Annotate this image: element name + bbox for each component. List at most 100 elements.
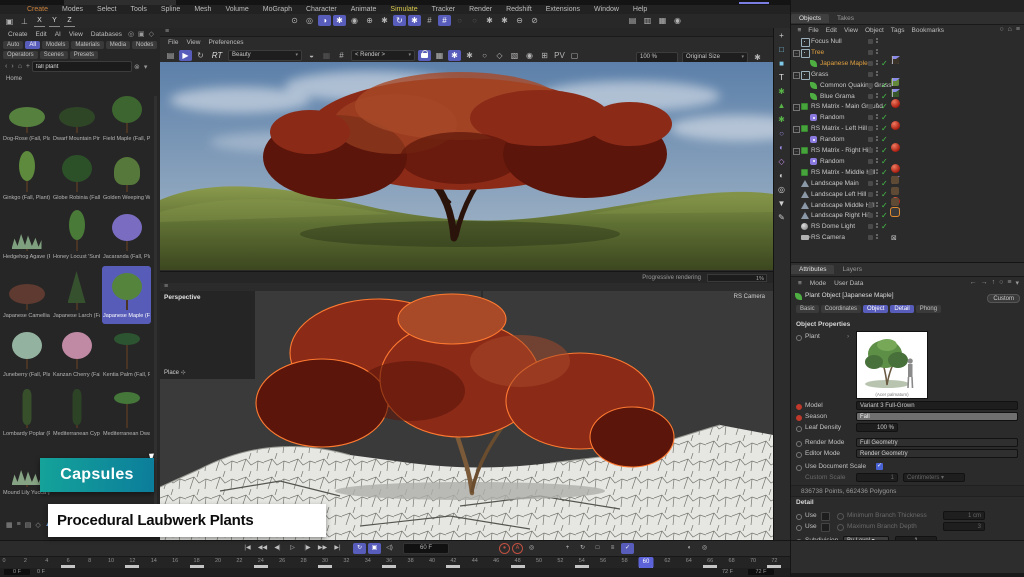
menu-select[interactable]: Select — [90, 6, 123, 13]
max-branch-radio[interactable] — [837, 524, 844, 531]
renderview-grip[interactable]: ≡ — [160, 28, 773, 37]
editor-mode-dropdown[interactable]: Render Geometry — [856, 449, 1018, 458]
import-icon[interactable]: ▼ — [774, 197, 789, 210]
keyframe-dot[interactable] — [796, 404, 802, 410]
preview-range-icon[interactable]: ▣ — [368, 543, 381, 554]
layer-toggle[interactable] — [868, 94, 873, 99]
plant-item-japanese-maple[interactable]: Japanese Maple (Fall, ... — [102, 266, 151, 324]
symmetry-icon[interactable]: ◇ — [774, 155, 789, 168]
plant-item-dog-rose[interactable]: Dog-Rose (Fall, Plant) — [2, 89, 51, 147]
object-row-rs-dome-light[interactable]: RS Dome Light✓ — [791, 222, 1024, 233]
anim-dot[interactable] — [796, 441, 802, 447]
layer-toggle[interactable] — [868, 224, 873, 229]
back-icon[interactable]: ‹ — [5, 63, 7, 70]
leaf-density-field[interactable]: 100 % — [856, 423, 898, 432]
renderview-menu-view[interactable]: View — [182, 39, 204, 46]
menu-mograph[interactable]: MoGraph — [256, 6, 299, 13]
browser-tab-materials[interactable]: Materials — [71, 41, 103, 49]
go-to-end-icon[interactable]: ▶| — [331, 543, 344, 554]
enabled-check-icon[interactable]: ✓ — [881, 157, 888, 166]
keyframe-presets-icon[interactable]: ◎ — [525, 543, 538, 554]
enabled-check-icon[interactable]: ✓ — [881, 92, 888, 101]
flag-tag[interactable] — [891, 89, 898, 97]
axis-x-button[interactable]: X — [34, 16, 45, 27]
start-ipr-icon[interactable]: ▶ — [179, 50, 192, 61]
om-menu-tags[interactable]: Tags — [887, 27, 908, 34]
object-row-grass[interactable]: –Grass — [791, 70, 1024, 81]
browser-tab-media[interactable]: Media — [106, 41, 130, 49]
previous-key-icon[interactable]: ◀◀ — [256, 543, 269, 554]
keyframe-selection-icon[interactable]: ✓ — [621, 543, 634, 554]
pass-dropdown[interactable]: Beauty▾ — [228, 50, 302, 61]
visibility-dots[interactable] — [876, 158, 878, 164]
browser-menu-create[interactable]: Create — [4, 31, 32, 38]
next-key-icon[interactable]: ▶▶ — [316, 543, 329, 554]
asset-settings-icon[interactable]: ✱ — [498, 15, 511, 26]
menu-simulate[interactable]: Simulate — [383, 6, 424, 13]
layer-toggle[interactable] — [868, 50, 873, 55]
layout-full-icon[interactable]: ▦ — [656, 15, 669, 26]
protection-tag[interactable]: ⊠ — [891, 234, 897, 242]
focus-target-icon[interactable]: ◇ — [493, 50, 506, 61]
enabled-check-icon[interactable]: ✓ — [881, 59, 888, 68]
render-view-icon[interactable]: ⊙ — [288, 15, 301, 26]
object-row-random[interactable]: Random✓ — [791, 113, 1024, 124]
anim-dot[interactable] — [796, 465, 802, 471]
menu-render[interactable]: Render — [462, 6, 499, 13]
layer-toggle[interactable] — [868, 203, 873, 208]
checker-background-icon[interactable]: ▧ — [508, 50, 521, 61]
cancel-icon[interactable]: ⊘ — [528, 15, 541, 26]
menu-window[interactable]: Window — [587, 6, 626, 13]
visibility-dots[interactable] — [876, 114, 878, 120]
home-icon[interactable]: ⌂ — [1008, 26, 1012, 33]
redshift-object-tag[interactable] — [891, 99, 900, 108]
play-backwards-icon[interactable]: ▷ — [286, 543, 299, 554]
lock-icon[interactable] — [418, 50, 431, 61]
keyframe-dot[interactable] — [796, 415, 802, 421]
om-tab-takes[interactable]: Takes — [829, 14, 862, 23]
plant-item-juneberry[interactable]: Juneberry (Fall, Plant) — [2, 325, 51, 383]
plant-item-golden-weeping-willo[interactable]: Golden Weeping Willo... — [102, 148, 151, 206]
expander-icon[interactable]: – — [793, 50, 800, 57]
visibility-dots[interactable] — [876, 202, 878, 208]
record-position-icon[interactable]: + — [561, 543, 574, 554]
expander-icon[interactable]: – — [793, 126, 800, 133]
object-row-random[interactable]: Random✓ — [791, 157, 1024, 168]
visibility-dots[interactable] — [876, 136, 878, 142]
play-forwards-icon[interactable]: |▶ — [301, 543, 314, 554]
range-start-field[interactable]: 0 F — [4, 569, 30, 576]
menu-help[interactable]: Help — [626, 6, 654, 13]
menu-modes[interactable]: Modes — [55, 6, 90, 13]
visibility-dots[interactable] — [876, 93, 878, 99]
material-manager-icon[interactable]: ◉ — [348, 15, 361, 26]
visibility-dots[interactable] — [876, 49, 878, 55]
camera-tool-icon[interactable]: ◎ — [774, 183, 789, 196]
layer-toggle[interactable] — [868, 61, 873, 66]
generator-icon[interactable]: ✱ — [774, 85, 789, 98]
object-row-focus-null[interactable]: Focus Null — [791, 37, 1024, 48]
enabled-check-icon[interactable]: ✓ — [881, 179, 888, 188]
render-mode-dropdown[interactable]: Full Geometry — [856, 438, 1018, 447]
material-tag[interactable] — [891, 176, 899, 184]
enabled-check-icon[interactable]: ✓ — [881, 201, 888, 210]
simulation-icon[interactable]: ↻ — [393, 15, 406, 26]
character-tools-icon[interactable]: ⊕ — [363, 15, 376, 26]
material-tag[interactable] — [891, 187, 899, 195]
object-row-rs-matrix-right-hill[interactable]: –RS Matrix - Right Hill✓ — [791, 146, 1024, 157]
layer-toggle[interactable] — [868, 181, 873, 186]
back-icon[interactable]: ← — [970, 279, 977, 287]
visibility-dots[interactable] — [876, 212, 878, 218]
previous-frame-icon[interactable]: ◀| — [271, 543, 284, 554]
enabled-check-icon[interactable]: ✓ — [881, 124, 888, 133]
section-tab-object[interactable]: Object — [863, 305, 888, 313]
search-input[interactable] — [32, 61, 132, 72]
pen-icon[interactable]: ✎ — [774, 211, 789, 224]
expander-icon[interactable]: – — [793, 72, 800, 79]
attr-tab-attributes[interactable]: Attributes — [791, 265, 834, 274]
object-row-blue-grama[interactable]: Blue Grama✓ — [791, 92, 1024, 103]
account-icon[interactable]: ◉ — [671, 15, 684, 26]
flag-tag[interactable] — [891, 78, 898, 86]
workplane-icon[interactable]: ▣ — [3, 16, 16, 27]
compare-icon[interactable]: ✱ — [463, 50, 476, 61]
material-tag[interactable] — [891, 198, 899, 206]
